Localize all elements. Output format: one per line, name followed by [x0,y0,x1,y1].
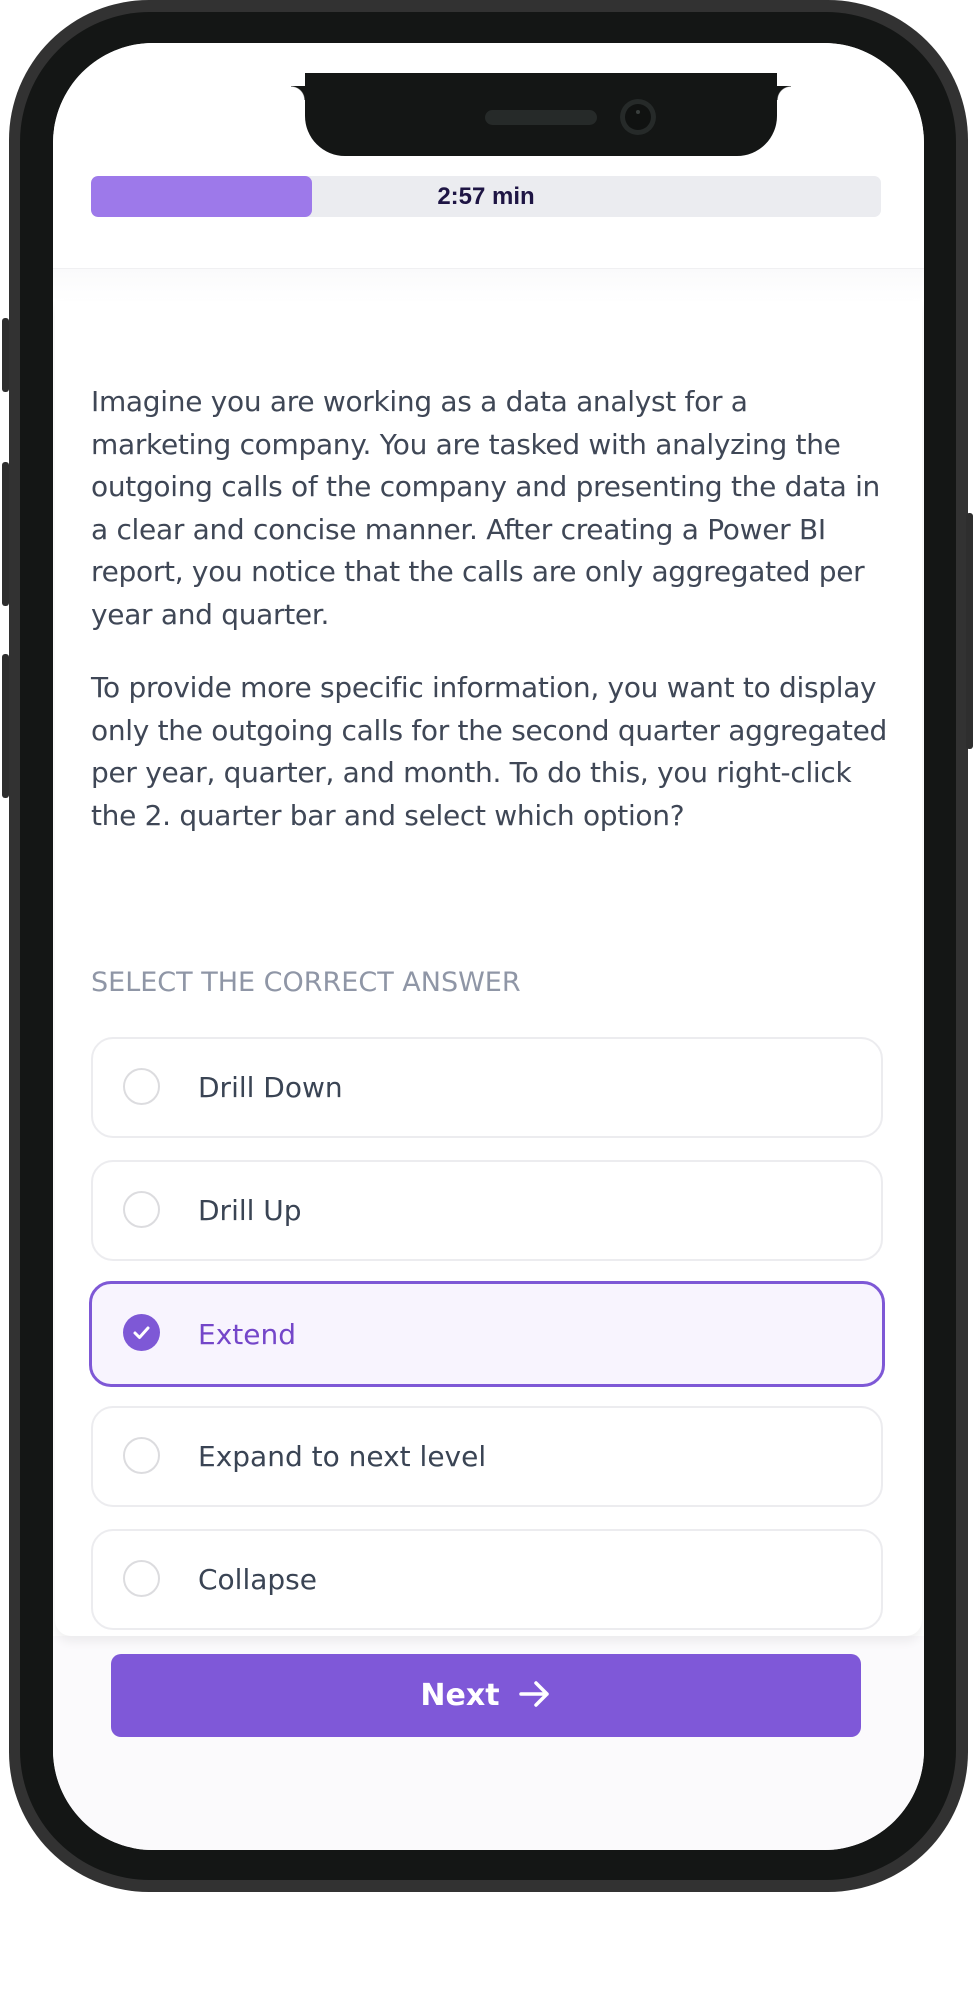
timer-progress-bar: 2:57 min [91,176,881,217]
answer-option-collapse[interactable]: Collapse [91,1529,883,1630]
option-label: Expand to next level [198,1440,487,1473]
answer-option-expand-to-next-level[interactable]: Expand to next level [91,1406,883,1507]
question-text: Imagine you are working as a data analys… [91,381,891,868]
radio-unchecked-icon[interactable] [123,1559,160,1597]
mute-switch [2,318,9,392]
answer-options: Drill Down Drill Up Extend Expand to nex… [89,1037,885,1652]
volume-up-button [2,462,9,606]
header-divider [53,269,924,301]
question-paragraph: To provide more specific information, yo… [91,671,887,832]
radio-unchecked-icon[interactable] [123,1067,160,1105]
answer-option-extend[interactable]: Extend [89,1281,885,1387]
radio-checked-icon[interactable] [123,1314,160,1351]
timer-label: 2:57 min [437,183,535,210]
quiz-footer: Next [53,1636,924,1850]
question-card: Imagine you are working as a data analys… [55,301,922,1636]
radio-unchecked-icon[interactable] [123,1190,160,1228]
option-label: Extend [198,1317,296,1351]
next-button[interactable]: Next [111,1654,861,1737]
answer-option-drill-up[interactable]: Drill Up [91,1160,883,1261]
phone-notch [291,73,791,156]
question-paragraph: Imagine you are working as a data analys… [91,385,881,631]
speaker-grille [485,110,597,125]
option-label: Drill Down [198,1071,343,1104]
volume-down-button [2,654,9,798]
phone-screen: 2:57 min Imagine you are working as a da… [53,43,924,1850]
radio-unchecked-icon[interactable] [123,1436,160,1474]
option-label: Collapse [198,1563,317,1596]
answer-prompt: SELECT THE CORRECT ANSWER [91,967,521,998]
next-button-label: Next [420,1678,500,1713]
power-button [966,513,973,749]
front-camera [620,99,656,135]
option-label: Drill Up [198,1194,302,1227]
arrow-right-icon [518,1679,552,1712]
answer-option-drill-down[interactable]: Drill Down [91,1037,883,1138]
checkmark-icon [133,1326,150,1339]
